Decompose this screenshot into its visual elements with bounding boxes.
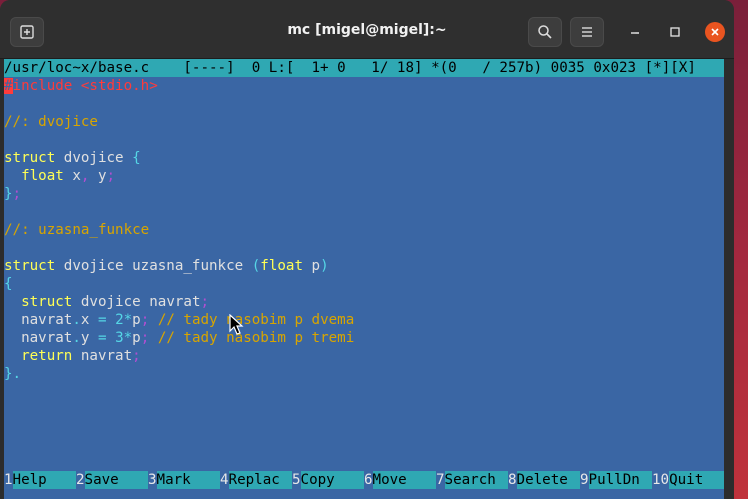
fkey-label: Quit [669,471,724,489]
search-icon [538,25,552,39]
fkey-search[interactable]: 7 Search [436,471,508,489]
function-key-bar: 1 Help 2 Save 3 Mark 4 Replac 5 Copy 6 Move 7 Search 8… [4,471,724,489]
code-line[interactable] [4,95,724,113]
close-button[interactable] [705,22,725,42]
code-line[interactable]: { [4,275,724,293]
fkey-number: 5 [292,471,301,489]
minimize-icon [631,32,639,34]
fkey-label: Replac [228,471,292,489]
fkey-number: 3 [148,471,157,489]
fkey-number: 8 [508,471,517,489]
fkey-help[interactable]: 1 Help [4,471,76,489]
fkey-label: Move [372,471,436,489]
code-view[interactable]: #include <stdio.h> //: dvojice struct dvoj… [4,77,724,383]
menu-button[interactable] [570,17,604,47]
title-bar: mc [migel@migel]:~ [0,0,734,59]
code-line[interactable] [4,131,724,149]
code-line[interactable]: }; [4,185,724,203]
code-line[interactable]: navrat.y = 3*p; // tady nasobim p tremi [4,329,724,347]
search-button[interactable] [528,17,562,47]
mouse-pointer-icon [229,314,244,335]
fkey-number: 1 [4,471,13,489]
fkey-number: 9 [580,471,589,489]
code-line[interactable]: struct dvojice { [4,149,724,167]
fkey-label: Search [444,471,508,489]
code-line[interactable]: float x, y; [4,167,724,185]
fkey-label: Mark [156,471,220,489]
editor-area[interactable]: /usr/loc~x/base.c [----] 0 L:[ 1+ 0 1/ 1… [4,59,724,499]
terminal-window: mc [migel@migel]:~ /usr/loc~x/base.c [--… [0,0,734,499]
fkey-number: 2 [76,471,85,489]
code-line[interactable] [4,203,724,221]
code-line[interactable]: #include <stdio.h> [4,77,724,95]
fkey-delete[interactable]: 8 Delete [508,471,580,489]
maximize-button[interactable] [665,22,685,42]
fkey-label: Help [12,471,76,489]
code-line[interactable]: }. [4,365,724,383]
maximize-icon [670,27,680,37]
editor-status-line: /usr/loc~x/base.c [----] 0 L:[ 1+ 0 1/ 1… [4,59,724,77]
fkey-number: 6 [364,471,373,489]
minimize-button[interactable] [625,22,645,42]
fkey-number: 10 [652,471,670,489]
window-title: mc [migel@migel]:~ [287,22,447,38]
code-line[interactable]: struct dvojice navrat; [4,293,724,311]
fkey-label: Delete [516,471,580,489]
code-line[interactable]: //: dvojice [4,113,724,131]
fkey-pulldn[interactable]: 9 PullDn [580,471,652,489]
code-line[interactable]: //: uzasna_funkce [4,221,724,239]
code-line[interactable]: return navrat; [4,347,724,365]
close-icon [711,28,719,36]
code-line[interactable]: navrat.x = 2*p; // tady nasobim p dvema [4,311,724,329]
fkey-mark[interactable]: 3 Mark [148,471,220,489]
fkey-number: 4 [220,471,229,489]
fkey-move[interactable]: 6 Move [364,471,436,489]
fkey-replac[interactable]: 4 Replac [220,471,292,489]
fkey-save[interactable]: 2 Save [76,471,148,489]
fkey-number: 7 [436,471,445,489]
fkey-label: Copy [300,471,364,489]
fkey-label: PullDn [588,471,652,489]
code-line[interactable] [4,239,724,257]
fkey-quit[interactable]: 10 Quit [652,471,724,489]
code-line[interactable]: struct dvojice uzasna_funkce (float p) [4,257,724,275]
hamburger-menu-icon [582,27,592,37]
fkey-copy[interactable]: 5 Copy [292,471,364,489]
fkey-label: Save [84,471,148,489]
